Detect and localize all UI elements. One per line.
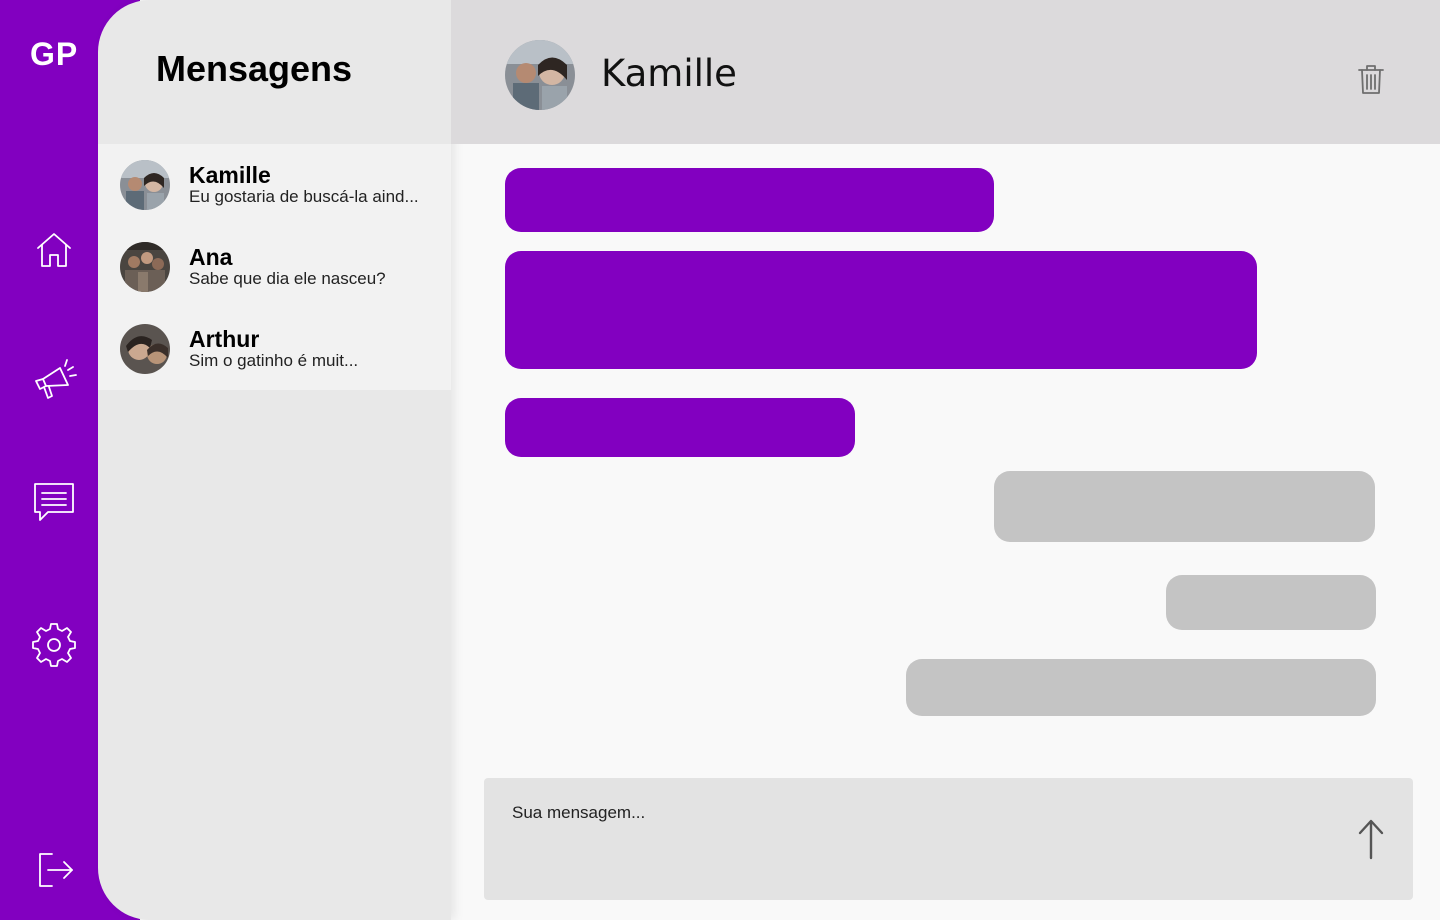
nav-settings-button[interactable]: [26, 617, 82, 673]
nav-home-button[interactable]: [26, 222, 82, 278]
avatar: [120, 160, 170, 210]
chat-header: Kamille: [451, 0, 1440, 144]
nav-logout-button[interactable]: [26, 842, 82, 898]
trash-icon: [1358, 65, 1384, 94]
message-bubble-received: [906, 659, 1376, 716]
conversation-item-arthur[interactable]: Arthur Sim o gatinho é muit...: [98, 308, 451, 390]
contact-name: Kamille: [601, 52, 737, 95]
home-icon: [37, 233, 71, 267]
send-button[interactable]: [1352, 818, 1390, 860]
conversation-preview: Sim o gatinho é muit...: [189, 351, 359, 370]
nav-announcements-button[interactable]: [26, 352, 82, 408]
conversation-name: Arthur: [189, 326, 260, 352]
conversation-item-kamille[interactable]: Kamille Eu gostaria de buscá-la aind...: [98, 144, 451, 226]
conversation-preview: Eu gostaria de buscá-la aind...: [189, 187, 419, 206]
message-composer: [484, 778, 1413, 900]
message-bubble-sent: [505, 168, 994, 232]
conversation-name: Ana: [189, 244, 233, 270]
conversations-panel: Mensagens Kamille Eu gostaria de buscá-l…: [98, 0, 451, 920]
logout-icon: [39, 853, 73, 887]
delete-conversation-button[interactable]: [1354, 62, 1388, 96]
conversation-list: Kamille Eu gostaria de buscá-la aind... …: [98, 144, 451, 390]
message-input[interactable]: [512, 798, 1312, 828]
message-bubble-sent: [505, 398, 855, 457]
brand-logo[interactable]: GP: [30, 36, 78, 73]
chat-icon: [34, 483, 74, 521]
message-bubble-received: [1166, 575, 1376, 630]
conversation-preview: Sabe que dia ele nasceu?: [189, 269, 386, 288]
message-bubble-sent: [505, 251, 1257, 369]
conversation-name: Kamille: [189, 162, 271, 188]
avatar: [120, 324, 170, 374]
avatar: [120, 242, 170, 292]
message-bubble-received: [994, 471, 1375, 542]
arrow-up-icon: [1358, 819, 1384, 860]
conversation-item-ana[interactable]: Ana Sabe que dia ele nasceu?: [98, 226, 451, 308]
panel-title: Mensagens: [156, 48, 353, 89]
megaphone-icon: [35, 359, 77, 399]
contact-avatar[interactable]: [505, 40, 575, 110]
nav-messages-button[interactable]: [26, 472, 82, 528]
gear-icon: [32, 623, 76, 667]
